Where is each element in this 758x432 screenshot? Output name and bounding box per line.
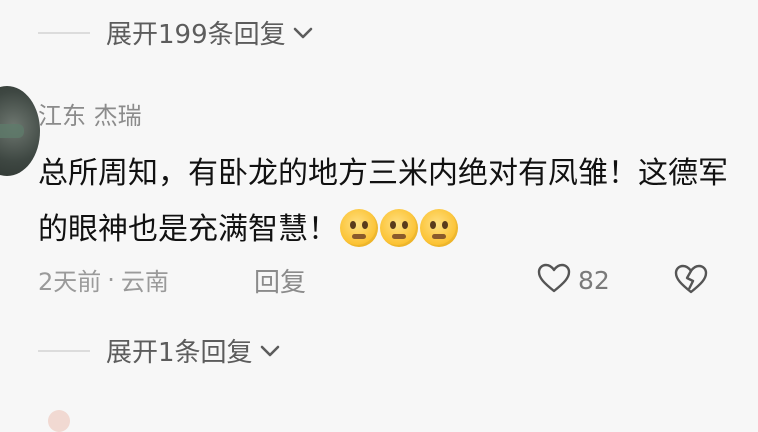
avatar[interactable]: [0, 86, 40, 176]
expand-replies-label[interactable]: 展开199条回复: [106, 14, 286, 51]
like-button[interactable]: 82: [536, 262, 610, 298]
comment-meta: 2天前 · 云南: [38, 262, 169, 297]
meta-separator: ·: [107, 265, 115, 294]
like-count: 82: [578, 265, 610, 295]
chevron-down-icon[interactable]: [292, 25, 314, 41]
pleading-face-emoji-icon: [340, 208, 378, 247]
heart-icon[interactable]: [536, 262, 572, 298]
next-comment-avatar[interactable]: [48, 410, 70, 432]
broken-heart-icon[interactable]: [672, 264, 710, 300]
comment-username[interactable]: 江东 杰瑞: [38, 96, 142, 131]
chevron-down-icon[interactable]: [259, 343, 281, 359]
expand-replies-top[interactable]: 展开199条回复: [38, 14, 314, 51]
divider-line: [38, 31, 90, 34]
dislike-button[interactable]: [672, 262, 710, 300]
pleading-face-emoji-icon: [380, 208, 418, 247]
pleading-face-emoji-icon: [420, 208, 458, 247]
expand-replies-bottom[interactable]: 展开1条回复: [38, 332, 281, 369]
reply-button[interactable]: 回复: [254, 262, 306, 299]
expand-replies-label[interactable]: 展开1条回复: [106, 332, 253, 369]
comment-body: 总所周知，有卧龙的地方三米内绝对有凤雏！这德军的眼神也是充满智慧！: [38, 146, 738, 258]
comment-time: 2天前: [38, 268, 102, 296]
divider-line: [38, 349, 90, 352]
comment-location: 云南: [120, 268, 169, 296]
